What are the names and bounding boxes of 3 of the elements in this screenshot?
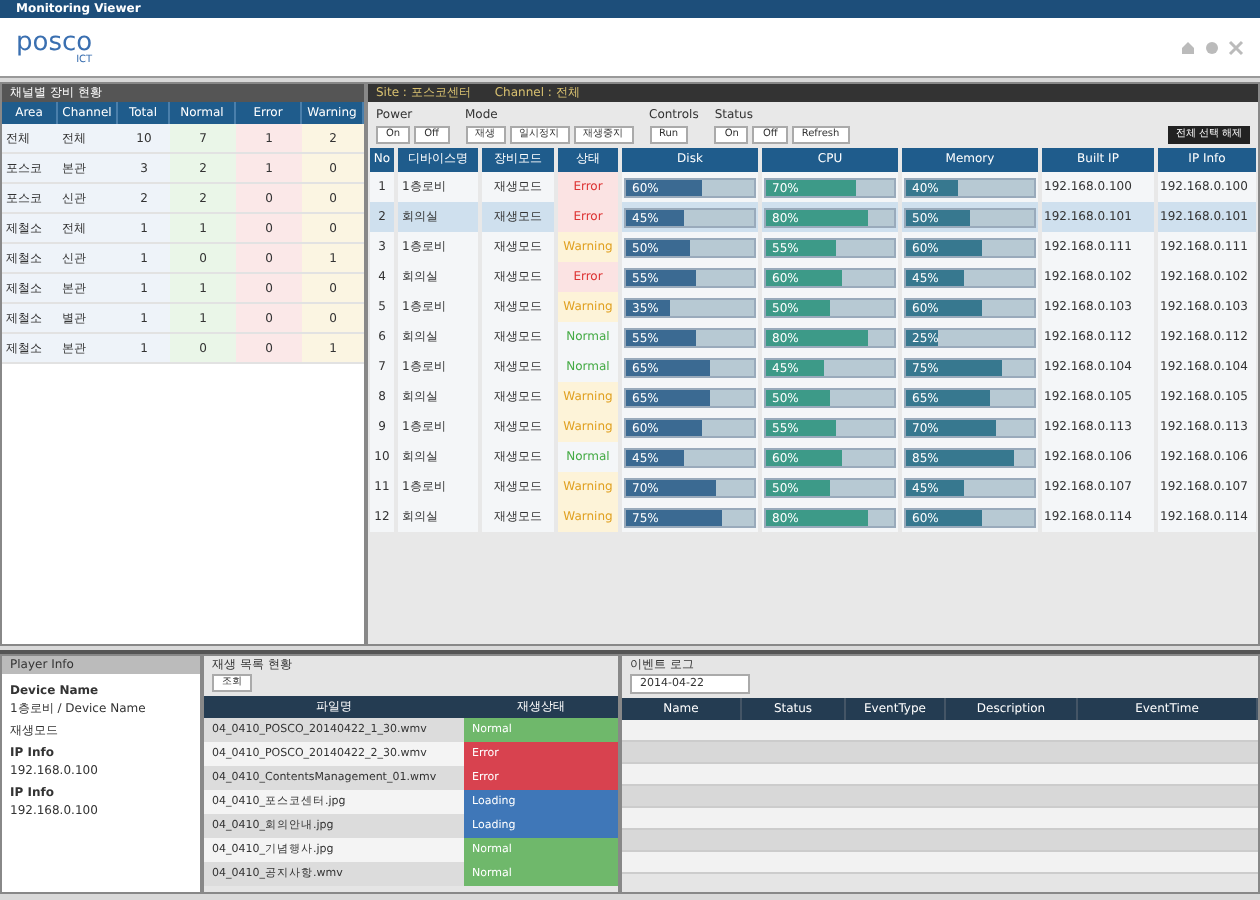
home-icon[interactable] bbox=[1180, 39, 1196, 55]
logo: posco bbox=[16, 29, 93, 55]
close-icon[interactable] bbox=[1228, 39, 1244, 55]
